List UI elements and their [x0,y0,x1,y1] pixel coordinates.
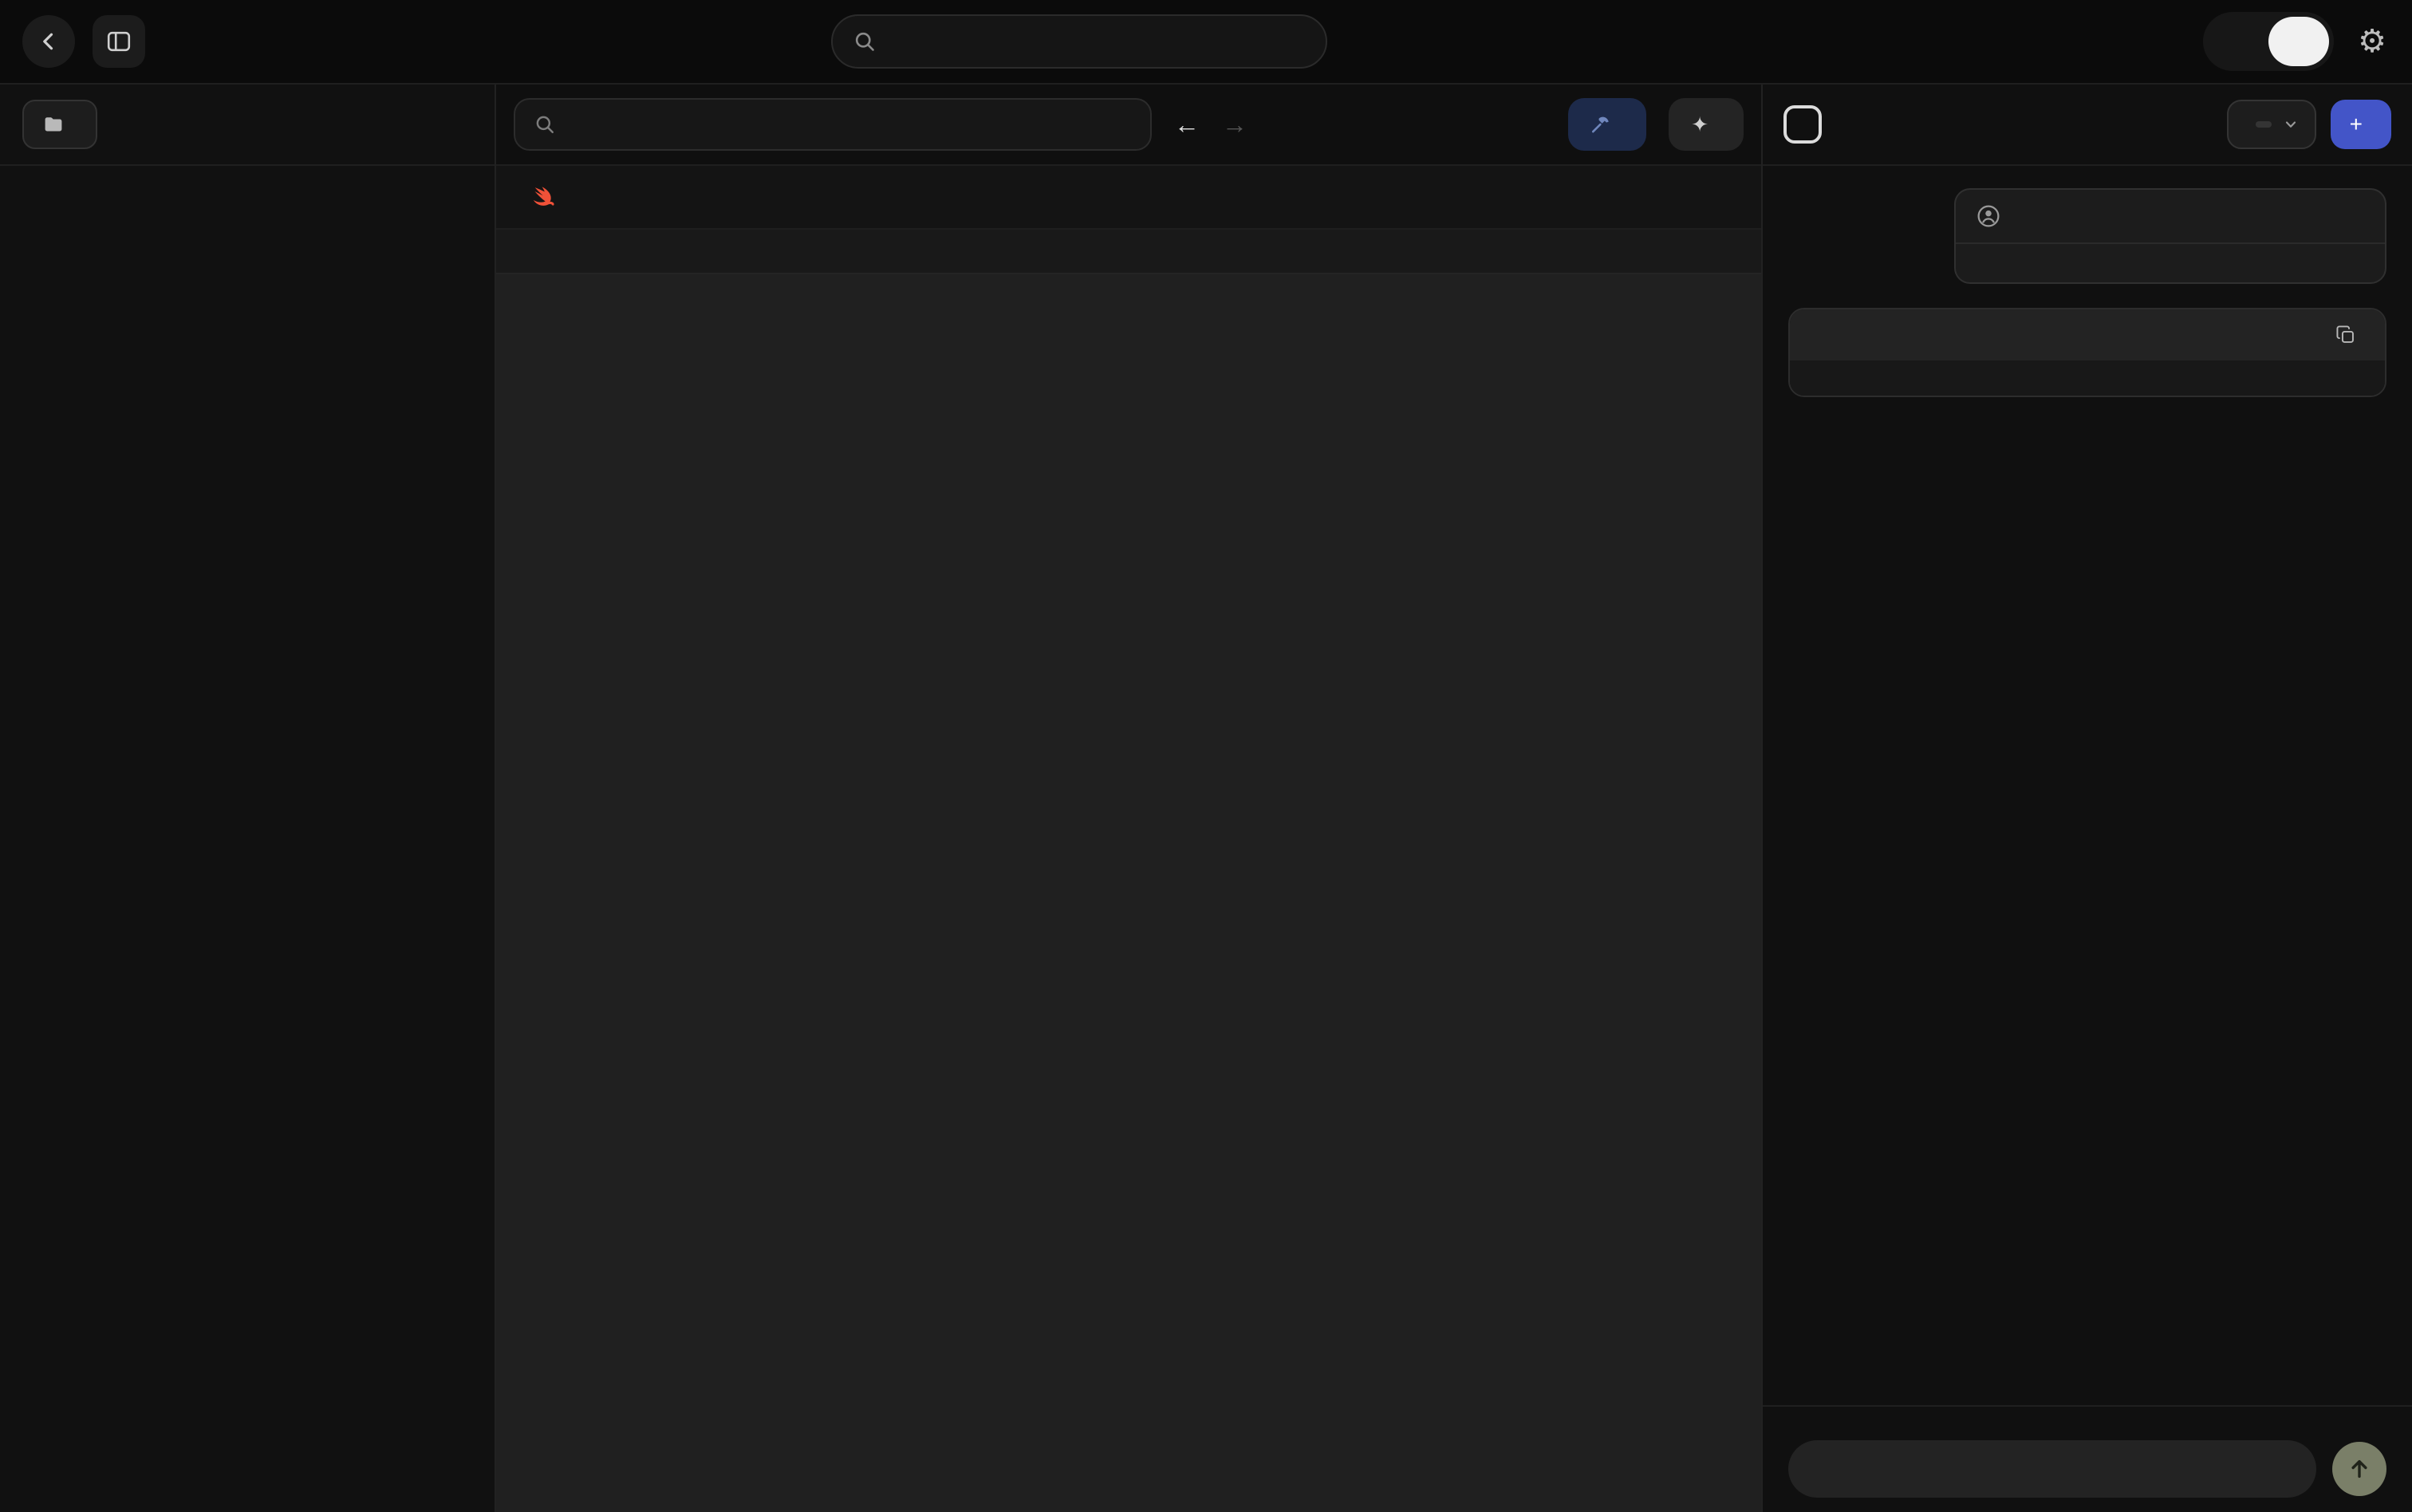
add-component-button[interactable]: + [2331,100,2391,149]
sidebar-header [0,85,495,166]
ai-code-block [1788,308,2386,397]
file-explorer-sidebar [0,85,496,1512]
sidebar-toggle-button[interactable] [93,15,145,68]
global-search[interactable] [831,14,1327,69]
search-icon [853,30,876,53]
navigate-back-button[interactable]: ← [1174,110,1200,140]
movil-logo-icon [1783,105,1822,144]
copy-icon [2335,325,2356,345]
ai-code-body [1790,360,2385,396]
tab-projects[interactable] [2268,17,2329,66]
agent-usage-badge [2256,121,2272,128]
user-message-card [1954,188,2386,284]
code-editor-panel: ← → ✦ [496,85,1761,1512]
settings-button[interactable]: ⚙ [2358,26,2386,57]
sync-xcode-button[interactable] [1568,98,1646,151]
gear-icon: ⚙ [2358,24,2386,59]
hammer-icon [1590,114,1611,135]
swift-icon [528,183,555,211]
file-tree [0,166,495,1512]
search-icon [534,114,555,135]
global-search-input[interactable] [890,28,1305,56]
top-bar: ⚙ [0,0,2412,83]
panel-left-icon [106,29,132,54]
ai-assistant-panel: + [1761,85,2412,1512]
view-switcher [2203,12,2334,71]
folder-icon [43,114,64,135]
user-avatar-icon [1977,204,2000,228]
text-search-input[interactable] [570,111,1131,139]
sparkle-icon: ✦ [1691,112,1708,137]
editor-toolbar: ← → ✦ [496,85,1761,166]
send-button[interactable] [2332,1442,2386,1496]
arrow-right-icon: → [1222,110,1247,139]
ai-panel-header: + [1763,85,2412,166]
ai-prompt-input[interactable] [1788,1440,2316,1498]
change-project-button[interactable] [22,100,97,149]
user-message-text [1956,244,2385,282]
chat-thread [1763,166,2412,1405]
open-file-header [496,166,1761,230]
plus-icon: + [2350,113,2363,136]
chevron-down-icon [2283,116,2299,132]
agent-selector[interactable] [2227,100,2316,149]
navigate-forward-button[interactable]: → [1222,110,1247,140]
editor-code[interactable] [496,274,1761,1512]
copy-code-button[interactable] [2335,325,2366,345]
arrow-up-icon [2347,1457,2371,1481]
text-search[interactable] [514,98,1152,151]
back-button[interactable] [22,15,75,68]
ai-input-section [1763,1405,2412,1512]
tab-components[interactable] [2208,17,2268,66]
chevron-left-icon [37,30,60,53]
code-strip-header [496,230,1761,274]
arrow-left-icon: ← [1174,110,1200,139]
hide-ai-assistant-button[interactable]: ✦ [1669,98,1744,151]
